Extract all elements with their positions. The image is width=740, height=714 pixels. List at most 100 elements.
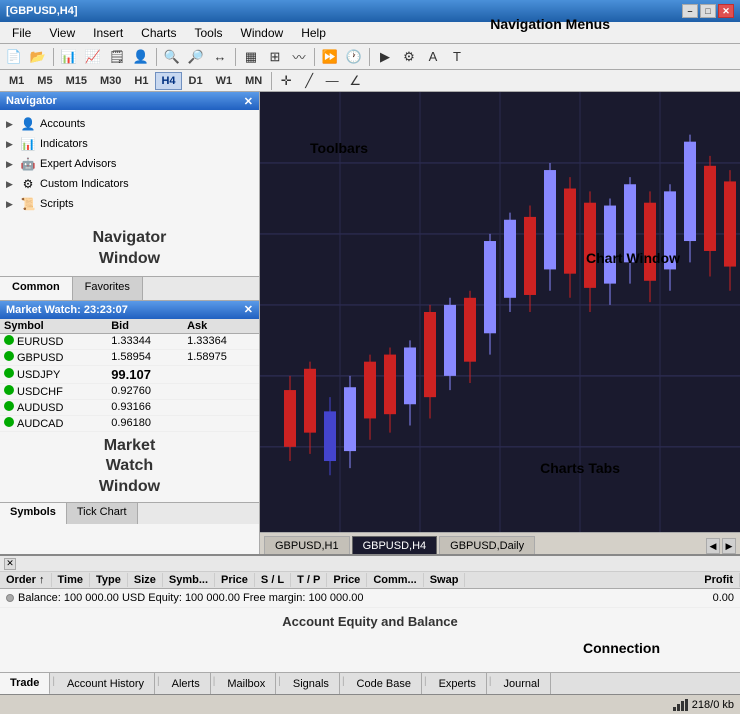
bar-chart-button[interactable]: ▦ xyxy=(240,46,262,68)
content-row: Navigator ✕ ▶ 👤 Accounts ▶ 📊 Indicators xyxy=(0,92,740,554)
market-row-usdjpy[interactable]: USDJPY 99.107 xyxy=(0,365,259,383)
tree-item-custom[interactable]: ▶ ⚙ Custom Indicators xyxy=(6,174,253,194)
tf-m30[interactable]: M30 xyxy=(94,72,127,90)
crosshair-button[interactable]: ✛ xyxy=(275,70,297,92)
market-row-usdchf[interactable]: USDCHF 0.92760 xyxy=(0,383,259,399)
chart-tab-gbpusd-daily[interactable]: GBPUSD,Daily xyxy=(439,536,535,554)
chart-props-button[interactable]: 📊 xyxy=(58,46,80,68)
chart-tab-prev[interactable]: ◀ xyxy=(706,538,720,554)
chart-canvas[interactable] xyxy=(260,92,740,532)
indicator-button[interactable]: 📈 xyxy=(82,46,104,68)
angle-button[interactable]: ∠ xyxy=(344,70,366,92)
timeframe-toolbar: M1 M5 M15 M30 H1 H4 D1 W1 MN ✛ ╱ — ∠ xyxy=(0,70,740,92)
accounts-label: Accounts xyxy=(40,118,85,130)
scripts-label: Scripts xyxy=(40,198,74,210)
custom-label: Custom Indicators xyxy=(40,178,129,190)
candle-button[interactable]: ⊞ xyxy=(264,46,286,68)
indicators-icon: 📊 xyxy=(20,136,36,152)
tf-mn[interactable]: MN xyxy=(239,72,268,90)
tf-h1[interactable]: H1 xyxy=(128,72,154,90)
tf-m1[interactable]: M1 xyxy=(3,72,30,90)
chart-tab-next[interactable]: ▶ xyxy=(722,538,736,554)
close-button[interactable]: ✕ xyxy=(718,4,734,18)
chart-tab-gbpusd-h4[interactable]: GBPUSD,H4 xyxy=(352,536,438,554)
line-button[interactable]: 〰 xyxy=(288,46,310,68)
nav-tab-favorites[interactable]: Favorites xyxy=(73,277,143,300)
terminal-tab-experts[interactable]: Experts xyxy=(429,673,487,695)
expand-icon-custom: ▶ xyxy=(6,179,16,190)
market-watch-tabs: Symbols Tick Chart xyxy=(0,502,259,524)
market-row-gbpusd[interactable]: GBPUSD 1.58954 1.58975 xyxy=(0,349,259,365)
ask-audcad xyxy=(183,415,259,431)
tree-item-scripts[interactable]: ▶ 📜 Scripts xyxy=(6,194,253,214)
menu-view[interactable]: View xyxy=(41,24,83,42)
mw-tab-symbols[interactable]: Symbols xyxy=(0,503,67,524)
toolbar-separator-5 xyxy=(369,48,370,66)
terminal-tab-alerts[interactable]: Alerts xyxy=(162,673,211,695)
tf-d1[interactable]: D1 xyxy=(183,72,209,90)
auto-scroll-button[interactable]: ⏩ xyxy=(319,46,341,68)
tree-item-accounts[interactable]: ▶ 👤 Accounts xyxy=(6,114,253,134)
navigator-title-bar: Navigator ✕ xyxy=(0,92,259,110)
menu-insert[interactable]: Insert xyxy=(85,24,131,42)
terminal-tab-mailbox[interactable]: Mailbox xyxy=(217,673,276,695)
font-button[interactable]: T xyxy=(446,46,468,68)
hline-button[interactable]: — xyxy=(321,70,343,92)
symbol-usdchf: USDCHF xyxy=(0,383,107,399)
th-order: Order ↑ xyxy=(0,573,52,587)
tf-m5[interactable]: M5 xyxy=(31,72,58,90)
chart-tab-gbpusd-h1[interactable]: GBPUSD,H1 xyxy=(264,536,350,554)
tf-w1[interactable]: W1 xyxy=(210,72,239,90)
terminal-tab-journal[interactable]: Journal xyxy=(494,673,551,695)
terminal-close-btn[interactable]: ✕ xyxy=(4,558,16,570)
new-chart-button[interactable]: 📄 xyxy=(3,46,25,68)
navigator-close-btn[interactable]: ✕ xyxy=(244,95,253,108)
profit-value: 0.00 xyxy=(713,592,734,604)
th-price2: Price xyxy=(327,573,367,587)
market-watch-title-bar: Market Watch: 23:23:07 ✕ xyxy=(0,301,259,319)
zoom-out-button[interactable]: 🔎 xyxy=(185,46,207,68)
menu-file[interactable]: File xyxy=(4,24,39,42)
maximize-button[interactable]: □ xyxy=(700,4,716,18)
nav-tab-common[interactable]: Common xyxy=(0,277,73,300)
expert-button[interactable]: ▶ xyxy=(374,46,396,68)
dot-audusd xyxy=(4,401,14,411)
period-button[interactable]: 🕐 xyxy=(343,46,365,68)
navigator-window-label: NavigatorWindow xyxy=(0,218,259,276)
market-row-eurusd[interactable]: EURUSD 1.33344 1.33364 xyxy=(0,333,259,349)
profile-button[interactable]: 👤 xyxy=(130,46,152,68)
symbol-gbpusd: GBPUSD xyxy=(0,349,107,365)
tree-item-experts[interactable]: ▶ 🤖 Expert Advisors xyxy=(6,154,253,174)
terminal-tab-sep-3: | xyxy=(211,673,218,690)
mw-tab-tick-chart[interactable]: Tick Chart xyxy=(67,503,138,524)
market-row-audcad[interactable]: AUDCAD 0.96180 xyxy=(0,415,259,431)
tf-h4[interactable]: H4 xyxy=(155,72,181,90)
signal-icon xyxy=(673,699,688,711)
terminal-tab-sep-6: | xyxy=(422,673,429,690)
terminal-tab-sep-4: | xyxy=(276,673,283,690)
menu-window[interactable]: Window xyxy=(233,24,292,42)
settings-button[interactable]: ⚙ xyxy=(398,46,420,68)
menu-charts[interactable]: Charts xyxy=(133,24,184,42)
market-row-audusd[interactable]: AUDUSD 0.93166 xyxy=(0,399,259,415)
menu-tools[interactable]: Tools xyxy=(187,24,231,42)
terminal-tab-signals[interactable]: Signals xyxy=(283,673,340,695)
open-button[interactable]: 📂 xyxy=(27,46,49,68)
market-watch-close-btn[interactable]: ✕ xyxy=(244,303,253,316)
terminal-table-header: Order ↑ Time Type Size Symb... Price S /… xyxy=(0,572,740,589)
th-time: Time xyxy=(52,573,90,587)
scroll-button[interactable]: ↔ xyxy=(209,46,231,68)
terminal-tab-account-history[interactable]: Account History xyxy=(57,673,155,695)
terminal-tab-code-base[interactable]: Code Base xyxy=(347,673,422,695)
minimize-button[interactable]: – xyxy=(682,4,698,18)
text-button[interactable]: A xyxy=(422,46,444,68)
menu-help[interactable]: Help xyxy=(293,24,334,42)
line-tool-button[interactable]: ╱ xyxy=(298,70,320,92)
dot-gbpusd xyxy=(4,351,14,361)
zoom-in-button[interactable]: 🔍 xyxy=(161,46,183,68)
tf-m15[interactable]: M15 xyxy=(60,72,93,90)
bid-usdjpy: 99.107 xyxy=(107,365,183,383)
tree-item-indicators[interactable]: ▶ 📊 Indicators xyxy=(6,134,253,154)
terminal-tab-trade[interactable]: Trade xyxy=(0,673,50,695)
template-button[interactable]: 🗒 xyxy=(106,46,128,68)
